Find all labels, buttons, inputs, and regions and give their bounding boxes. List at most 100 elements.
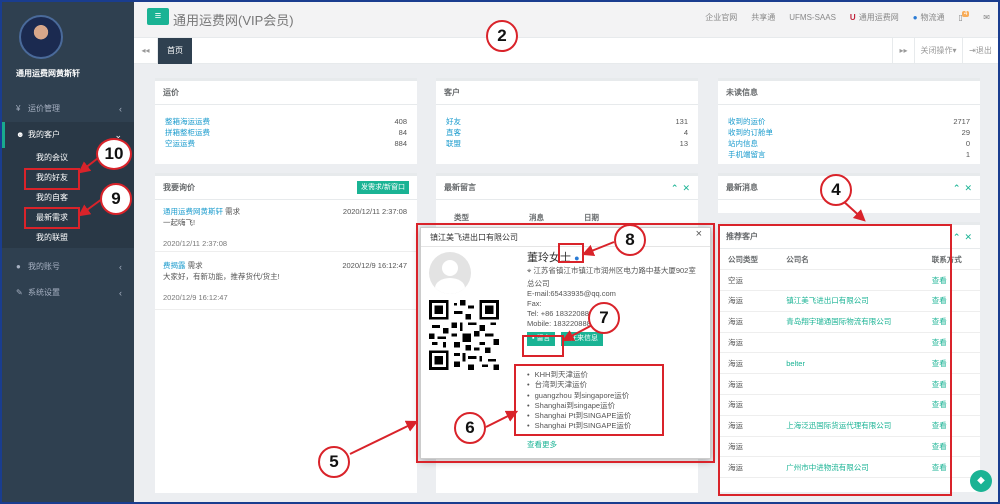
inquiry-date: 2020/12/11 2:37:08 <box>342 207 407 216</box>
tab-scroll-right[interactable]: ▸▸ <box>892 38 914 64</box>
chevron-left-icon: ‹ <box>119 104 122 114</box>
close-icon[interactable]: ✕ <box>964 183 972 193</box>
chat-icon: ◆ <box>977 475 985 486</box>
inquiry-text: 大家好，有新功能，推荐货代/货主! <box>163 272 280 281</box>
latest-message-title: 最新留言 <box>444 183 476 192</box>
annotation-box-chat-icon <box>558 243 584 263</box>
collapse-icon[interactable]: ⌃ <box>953 183 961 193</box>
avatar[interactable] <box>19 15 63 59</box>
freight-panel-title: 运价 <box>155 81 417 105</box>
tab-scroll-left[interactable]: ◂◂ <box>134 38 158 64</box>
close-operations-dropdown[interactable]: 关闭操作▾ <box>914 38 962 64</box>
list-item: 联盟 13 <box>446 138 688 149</box>
sidebar-item-account[interactable]: ● 我的账号 ‹ <box>2 254 134 280</box>
mail-icon[interactable]: ✉ <box>983 13 990 22</box>
annotation-box-message-button <box>522 335 564 357</box>
customers-panel: 客户 好友 131 直客 4 联盟 13 <box>436 78 698 164</box>
link-ufms[interactable]: UFMS-SAAS <box>789 13 836 22</box>
list-item: 站内信息 0 <box>728 138 970 149</box>
collapse-icon[interactable]: ⌃ <box>671 183 679 193</box>
sidebar: 通用运费网黄斯轩 ¥ 运价管理 ‹ ☻ 我的客户 ⌄ 我的会议 我的好友 我的自客 最新… <box>2 2 134 502</box>
post-demand-button[interactable]: 发需求/新窗口 <box>357 181 409 194</box>
menu-toggle-button[interactable]: ≡ <box>147 8 169 25</box>
latest-news-title: 最新消息 <box>726 183 758 192</box>
inquiry-item: 通用运费网黄斯轩 需求 一起嗨飞! 2020/12/11 2:37:08 202… <box>155 200 417 252</box>
freight-link[interactable]: 拼箱整柜运费 <box>165 127 210 138</box>
annotation-7: 7 <box>588 302 620 334</box>
yen-icon: ¥ <box>16 104 21 113</box>
profile-area: 通用运费网黄斯轩 <box>2 2 134 92</box>
inquiry-text: 一起嗨飞! <box>163 218 196 227</box>
freight-link[interactable]: 空运运费 <box>165 138 195 149</box>
customers-panel-title: 客户 <box>436 81 698 105</box>
customer-link[interactable]: 好友 <box>446 116 461 127</box>
col-date: 日期 <box>584 213 599 222</box>
list-item: 拼箱整柜运费 84 <box>165 127 407 138</box>
tab-bar: ◂◂ 首页 ▸▸ 关闭操作▾ ⇥退出 <box>134 38 998 64</box>
inquiry-item: 费揭露 需求 大家好，有新功能，推荐货代/货主! 2020/12/9 16:12… <box>155 254 417 310</box>
list-item: 空运运费 884 <box>165 138 407 149</box>
freight-link[interactable]: 整箱海运运费 <box>165 116 210 127</box>
list-item: 好友 131 <box>446 116 688 127</box>
top-links: 企业官网 共享通 UFMS-SAAS U 通用运费网 ● 物流通 ▯ 4 ✉ <box>705 10 990 23</box>
annotation-box-friends <box>24 168 80 190</box>
annotation-box-latest-demand <box>24 207 80 229</box>
unread-link[interactable]: 收到的运价 <box>728 116 766 127</box>
link-company-site[interactable]: 企业官网 <box>705 12 737 23</box>
list-item: 整箱海运运费 408 <box>165 116 407 127</box>
chat-float-button[interactable]: ◆ <box>970 470 992 492</box>
app-window: 通用运费网黄斯轩 ¥ 运价管理 ‹ ☻ 我的客户 ⌄ 我的会议 我的好友 我的自客 最新… <box>2 2 998 502</box>
close-icon[interactable]: ✕ <box>964 232 972 242</box>
profile-name: 通用运费网黄斯轩 <box>16 69 80 78</box>
wrench-icon: ✎ <box>16 288 23 297</box>
unread-panel: 未读信息 收到的运价 2717 收到的订舱单 29 站内信息 0 手机端留言 1 <box>718 78 980 164</box>
sidebar-item-settings[interactable]: ✎ 系统设置 ‹ <box>2 280 134 306</box>
customer-link[interactable]: 联盟 <box>446 138 461 149</box>
inquiry-time: 2020/12/11 2:37:08 <box>163 239 228 248</box>
customer-link[interactable]: 直客 <box>446 127 461 138</box>
site-title: 通用运费网(VIP会员) <box>173 13 294 28</box>
user-icon: ● <box>16 262 21 271</box>
list-item: 手机端留言 1 <box>728 149 970 160</box>
exit-icon: ⇥ <box>969 46 976 55</box>
sidebar-item-freight[interactable]: ¥ 运价管理 ‹ <box>2 96 134 122</box>
chevron-left-icon: ‹ <box>119 288 122 298</box>
inquiry-author[interactable]: 费揭露 <box>163 261 186 270</box>
annotation-10: 10 <box>96 138 132 170</box>
annotation-6: 6 <box>454 412 486 444</box>
annotation-4: 4 <box>820 174 852 206</box>
link-share[interactable]: 共享通 <box>751 12 775 23</box>
freight-panel: 运价 整箱海运运费 408 拼箱整柜运费 84 空运运费 884 <box>155 78 417 164</box>
col-message: 消息 <box>529 213 544 222</box>
annotation-box-recommended <box>718 224 952 496</box>
u-logo-icon: U <box>849 13 856 22</box>
annotation-2: 2 <box>486 20 518 52</box>
list-item: 收到的运价 2717 <box>728 116 970 127</box>
annotation-8: 8 <box>614 224 646 256</box>
close-icon[interactable]: ✕ <box>682 183 690 193</box>
notification-badge: 4 <box>961 10 970 17</box>
inquiries-panel: 我要询价 发需求/新窗口 通用运费网黄斯轩 需求 一起嗨飞! 2020/12/11… <box>155 173 417 493</box>
exit-button[interactable]: ⇥退出 <box>962 38 998 64</box>
link-tongyong[interactable]: U 通用运费网 <box>850 12 899 23</box>
inquiry-date: 2020/12/9 16:12:47 <box>342 261 407 270</box>
unread-link[interactable]: 手机端留言 <box>728 149 766 160</box>
unread-link[interactable]: 站内信息 <box>728 138 758 149</box>
list-item: 收到的订舱单 29 <box>728 127 970 138</box>
tab-home[interactable]: 首页 <box>158 38 192 64</box>
unread-link[interactable]: 收到的订舱单 <box>728 127 773 138</box>
link-logistics[interactable]: ● 物流通 <box>913 12 945 23</box>
annotation-5: 5 <box>318 446 350 478</box>
chevron-left-icon: ‹ <box>119 262 122 272</box>
sidebar-sub-alliance[interactable]: 我的联盟 <box>2 228 134 248</box>
inquiry-author[interactable]: 通用运费网黄斯轩 <box>163 207 223 216</box>
collapse-icon[interactable]: ⌃ <box>953 232 961 242</box>
annotation-box-routes <box>514 364 664 436</box>
list-item: 直客 4 <box>446 127 688 138</box>
notification-bell[interactable]: ▯ 4 <box>959 10 970 22</box>
annotation-9: 9 <box>100 183 132 215</box>
col-type: 类型 <box>454 213 469 222</box>
users-icon: ☻ <box>16 130 25 139</box>
unread-panel-title: 未读信息 <box>718 81 980 105</box>
inquiry-time: 2020/12/9 16:12:47 <box>163 293 228 302</box>
